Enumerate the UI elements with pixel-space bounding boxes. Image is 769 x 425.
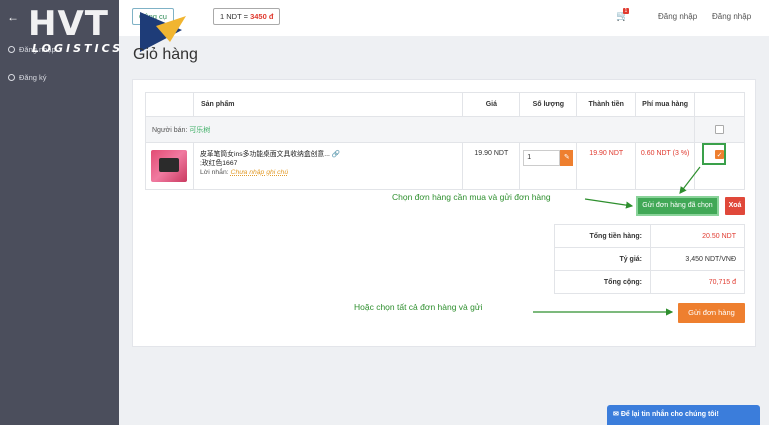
arrow-to-checkbox (679, 166, 701, 194)
chat-widget-button[interactable]: ✉ Để lại tin nhắn cho chúng tôi! (607, 405, 760, 425)
arrow-to-send-selected (584, 198, 634, 209)
annotation-arrows (533, 166, 701, 316)
chat-label: Để lại tin nhắn cho chúng tôi! (620, 411, 719, 418)
chat-icon: ✉ (613, 411, 619, 418)
